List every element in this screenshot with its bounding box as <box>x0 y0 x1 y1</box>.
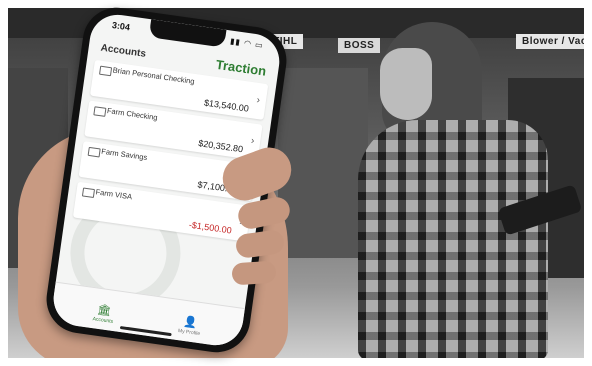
account-balance: -$1,500.00 <box>188 219 233 236</box>
account-name: Farm VISA <box>95 187 133 202</box>
blower-vacs-sign: Blower / Vacs <box>516 34 584 49</box>
status-icons: ▮▮ ◠ ▭ <box>229 36 265 51</box>
woman-face <box>380 48 432 120</box>
account-name: Farm Savings <box>100 146 148 163</box>
account-name: Brian Personal Checking <box>112 65 196 86</box>
card-icon <box>81 187 96 199</box>
card-icon <box>93 106 107 117</box>
tab-accounts[interactable]: 🏛 Accounts <box>73 299 135 327</box>
card-icon <box>99 65 113 77</box>
chevron-right-icon: › <box>250 135 256 147</box>
page-title: Accounts <box>99 42 147 60</box>
account-name: Farm Checking <box>106 106 159 123</box>
finger <box>231 260 277 286</box>
phone-notch <box>148 19 227 48</box>
brand-logo: Traction <box>214 56 268 79</box>
status-time: 3:04 <box>111 19 131 33</box>
boss-sign: BOSS <box>338 38 381 53</box>
middle-shelving <box>278 68 368 258</box>
account-balance: $20,352.80 <box>197 138 244 155</box>
card-icon <box>87 146 101 158</box>
woman-plaid-shirt <box>358 120 548 358</box>
chevron-right-icon: › <box>255 94 261 107</box>
account-balance: $13,540.00 <box>203 97 250 114</box>
